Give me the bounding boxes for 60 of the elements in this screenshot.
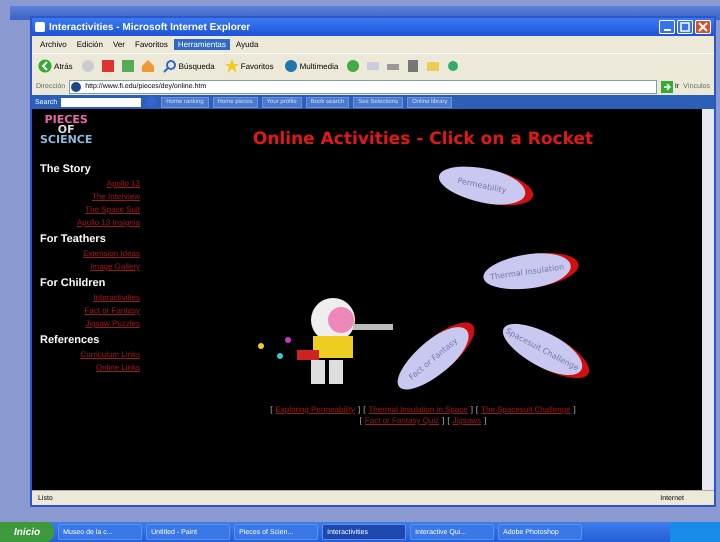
menu-item[interactable]: Ayuda — [232, 39, 262, 50]
bracket-text: ] — [470, 405, 473, 414]
menu-item[interactable]: Edición — [72, 39, 107, 50]
sidebar-link[interactable]: Extension Ideas — [83, 249, 140, 258]
activity-link[interactable]: Jigsaws — [452, 416, 482, 425]
window-title: Interactivities - Microsoft Internet Explorer — [49, 22, 252, 32]
bracket-text: ] — [484, 416, 486, 425]
folder-icon[interactable] — [426, 59, 440, 73]
bracket-text: [ — [476, 405, 478, 414]
bracket-text: [ — [447, 416, 450, 425]
search-field[interactable] — [61, 98, 142, 106]
start-button[interactable]: Inicio — [0, 522, 54, 542]
sidebar-heading: For Children — [40, 277, 106, 289]
minimize-button[interactable] — [659, 20, 675, 34]
home-icon[interactable] — [140, 59, 155, 73]
close-icon — [698, 22, 708, 32]
media-button[interactable]: Multimedia — [282, 59, 340, 73]
back-button[interactable]: Atrás — [36, 59, 75, 73]
sidebar-link[interactable]: Image Gallery — [90, 262, 140, 271]
search-button[interactable]: Búsqueda — [160, 59, 217, 73]
menu-item[interactable]: Archivo — [36, 39, 71, 50]
minimize-icon — [664, 29, 670, 31]
activity-link[interactable]: Thermal Insulation in Space — [368, 405, 468, 414]
activity-link[interactable]: Fact or Fantasy Quiz — [364, 416, 440, 425]
bracket-text: [ — [270, 405, 272, 414]
bracket-text: ] — [574, 405, 576, 414]
page-icon — [70, 80, 82, 92]
vertical-scrollbar[interactable] — [702, 109, 714, 490]
sidebar-link[interactable]: Curriculum Links — [80, 350, 140, 359]
sidebar-heading: References — [40, 334, 100, 346]
maximize-button[interactable] — [677, 20, 693, 34]
favorites-button[interactable]: Favoritos — [222, 59, 276, 73]
arrow-icon — [660, 80, 673, 92]
bracket-text: [ — [363, 405, 366, 414]
globe-icon — [284, 59, 298, 73]
sidebar-link[interactable]: The Space Suit — [85, 205, 140, 214]
bracket-text: [ — [360, 416, 362, 425]
menu-item[interactable]: Favoritos — [130, 39, 172, 50]
sidebar-link[interactable]: Jigsaw Puzzles — [85, 319, 140, 328]
sidebar-link[interactable]: Interactivities — [93, 293, 140, 302]
menu-item[interactable]: Herramientas — [174, 39, 230, 50]
maximize-icon — [680, 22, 690, 32]
sidebar-link[interactable]: Fact or Fantasy — [84, 306, 140, 315]
sidebar-link[interactable]: Apollo 13 Insignia — [76, 218, 140, 227]
sidebar-link[interactable]: The Interview — [92, 192, 140, 201]
bracket-text: ] — [358, 405, 360, 414]
site-logo[interactable]: PIECES OF SCIENCE — [40, 115, 92, 145]
sidebar-link[interactable]: Apollo 13 — [106, 179, 140, 188]
page-heading: Online Activities - Click on a Rocket — [252, 129, 594, 149]
sidebar-link[interactable]: Online Links — [96, 363, 140, 372]
activity-link[interactable]: Exploring Permeability — [275, 405, 356, 414]
sidebar-heading: For Teathers — [40, 233, 106, 245]
sidebar-heading: The Story — [40, 163, 91, 175]
bracket-text: ] — [442, 416, 444, 425]
menu-item[interactable]: Ver — [108, 39, 129, 50]
star-icon — [224, 59, 239, 73]
page-icon — [35, 22, 45, 32]
system-tray — [670, 522, 720, 542]
close-button[interactable] — [695, 20, 711, 34]
activity-link[interactable]: The Spacesuit Challenge — [481, 405, 571, 414]
